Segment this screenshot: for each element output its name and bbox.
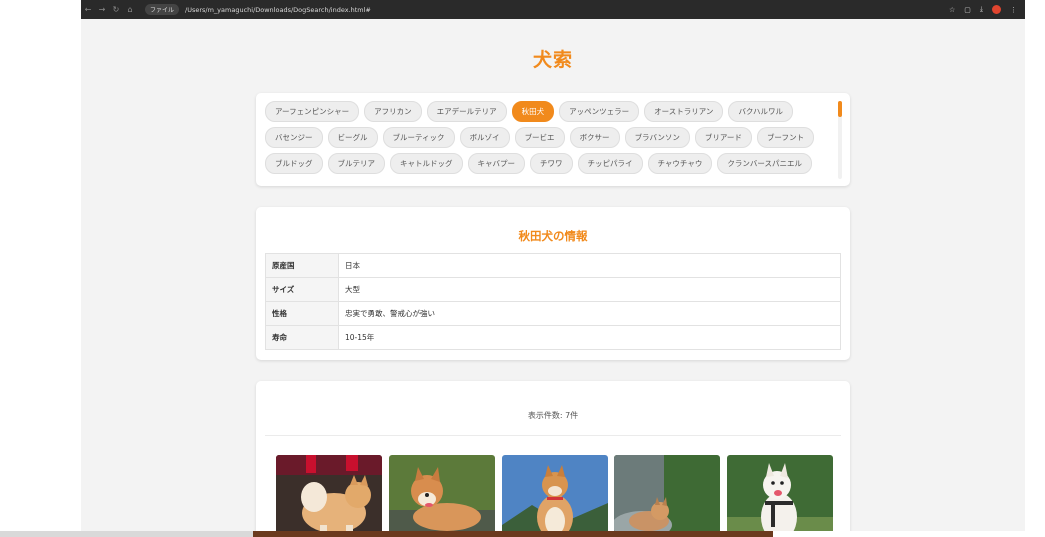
file-chip: ファイル <box>145 4 180 15</box>
breed-chip[interactable]: ブルドッグ <box>265 153 323 174</box>
result-count: 表示件数: 7件 <box>265 397 841 436</box>
breed-chip[interactable]: ブルテリア <box>327 153 385 174</box>
url-text[interactable]: /Users/m_yamaguchi/Downloads/DogSearch/i… <box>185 6 371 14</box>
back-icon[interactable]: ← <box>81 5 95 14</box>
home-icon[interactable]: ⌂ <box>123 5 137 14</box>
breed-chip[interactable]: エアデールテリア <box>426 101 507 122</box>
breed-chip[interactable]: クランバースパニエル <box>717 153 812 174</box>
forward-icon[interactable]: → <box>95 5 109 14</box>
info-label: 寿命 <box>265 325 339 350</box>
desktop-edge <box>0 531 253 537</box>
breed-chip[interactable]: チャウチャウ <box>647 153 713 174</box>
dog-photo[interactable] <box>614 455 720 531</box>
dog-photo[interactable] <box>389 455 495 531</box>
table-row: 原産国 日本 <box>265 253 841 278</box>
breed-chip[interactable]: ブラバンソン <box>624 127 690 148</box>
menu-icon[interactable]: ⋮ <box>1010 6 1017 14</box>
info-label: サイズ <box>265 277 339 302</box>
breed-chip[interactable]: ボクサー <box>569 127 620 148</box>
breed-info-card: 秋田犬の情報 原産国 日本 サイズ 大型 性格 忠実で勇敢、警戒心が強い 寿命 … <box>256 207 850 360</box>
results-card: 表示件数: 7件 <box>256 381 850 531</box>
scrollbar-thumb[interactable] <box>838 101 842 117</box>
breed-chip[interactable]: アーフェンピンシャー <box>265 101 360 122</box>
download-icon[interactable]: ⤓ <box>980 5 983 14</box>
breed-info-table: 原産国 日本 サイズ 大型 性格 忠実で勇敢、警戒心が強い 寿命 10-15年 <box>265 253 841 350</box>
info-value: 大型 <box>338 277 841 302</box>
browser-toolbar: ← → ↻ ⌂ ファイル /Users/m_yamaguchi/Download… <box>81 0 1025 19</box>
info-label: 性格 <box>265 301 339 326</box>
breed-chip[interactable]: オーストラリアン <box>644 101 724 122</box>
breed-row-2: バセンジー ビーグル ブルーティック ボルゾイ ブービエ ボクサー ブラバンソン… <box>265 127 815 148</box>
breed-list-scrollbar[interactable] <box>838 101 842 179</box>
table-row: サイズ 大型 <box>265 277 841 302</box>
address-bar[interactable]: ファイル /Users/m_yamaguchi/Downloads/DogSea… <box>145 4 371 15</box>
bookmark-star-icon[interactable]: ☆ <box>949 6 955 14</box>
breed-row-3: ブルドッグ ブルテリア キャトルドッグ キャバプー チワワ チッピパライ チャウ… <box>265 153 812 174</box>
info-value: 10-15年 <box>338 325 841 350</box>
table-row: 寿命 10-15年 <box>265 325 841 350</box>
table-row: 性格 忠実で勇敢、警戒心が強い <box>265 301 841 326</box>
breed-chip[interactable]: チワワ <box>530 153 573 174</box>
profile-avatar[interactable] <box>992 5 1001 14</box>
breed-chip[interactable]: ボルゾイ <box>459 127 510 148</box>
browser-window: ← → ↻ ⌂ ファイル /Users/m_yamaguchi/Download… <box>81 0 1025 531</box>
breed-chip[interactable]: ブルーティック <box>382 127 455 148</box>
breed-chip[interactable]: ブーフント <box>756 127 815 148</box>
breed-selector: アーフェンピンシャー アフリカン エアデールテリア 秋田犬 アッペンツェラー オ… <box>256 93 850 186</box>
breed-info-title: 秋田犬の情報 <box>518 229 588 243</box>
breed-chip[interactable]: キャトルドッグ <box>390 153 463 174</box>
page-title: 犬索 <box>532 49 573 71</box>
dog-photo[interactable] <box>727 455 833 531</box>
breed-chip[interactable]: バセンジー <box>265 127 323 148</box>
breed-chip[interactable]: アッペンツェラー <box>559 101 640 122</box>
reload-icon[interactable]: ↻ <box>109 5 123 14</box>
breed-chip-selected[interactable]: 秋田犬 <box>511 101 555 122</box>
dog-photo[interactable] <box>502 455 608 531</box>
breed-chip[interactable]: チッピパライ <box>577 153 643 174</box>
breed-chip[interactable]: キャバプー <box>467 153 525 174</box>
breed-chip[interactable]: ブービエ <box>514 127 565 148</box>
info-value: 日本 <box>338 253 841 278</box>
info-value: 忠実で勇敢、警戒心が強い <box>338 301 841 326</box>
info-label: 原産国 <box>265 253 339 278</box>
breed-row-1: アーフェンピンシャー アフリカン エアデールテリア 秋田犬 アッペンツェラー オ… <box>265 101 794 122</box>
breed-chip[interactable]: ブリアード <box>694 127 752 148</box>
os-dock <box>253 531 773 537</box>
breed-chip[interactable]: バクハルワル <box>728 101 794 122</box>
extensions-icon[interactable]: ▢ <box>964 6 971 14</box>
dog-photo[interactable] <box>276 455 382 531</box>
breed-chip[interactable]: アフリカン <box>364 101 422 122</box>
breed-chip[interactable]: ビーグル <box>327 127 378 148</box>
